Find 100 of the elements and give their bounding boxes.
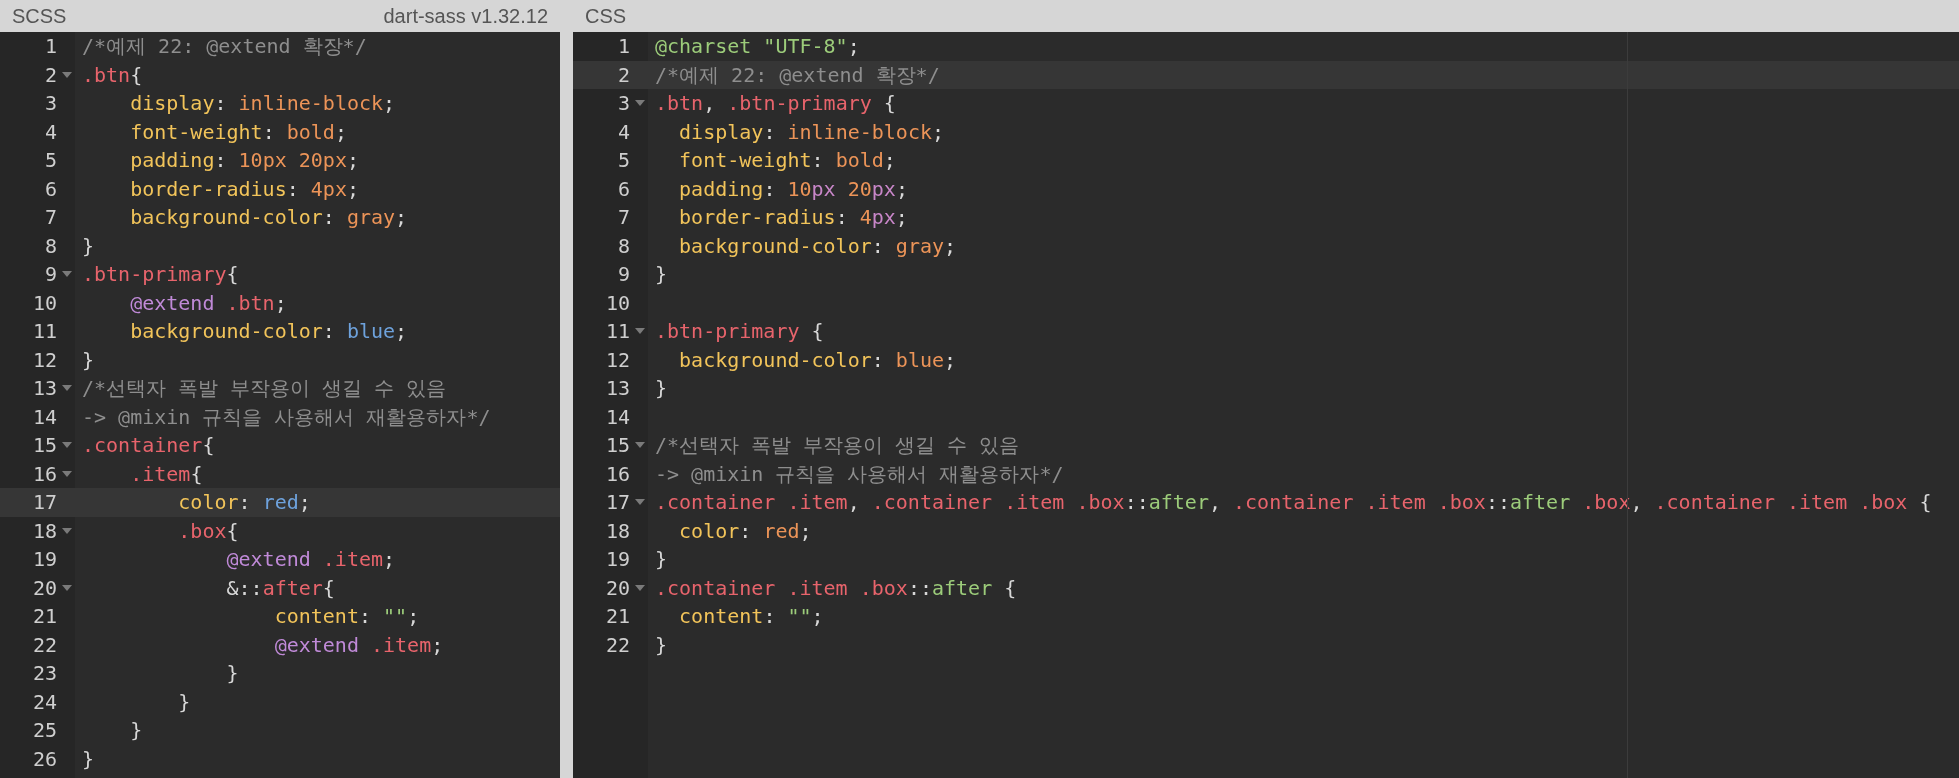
code-line: } bbox=[655, 631, 668, 659]
fold-arrow-icon[interactable] bbox=[635, 442, 645, 449]
code-line: padding: 10px 20px; bbox=[678, 175, 908, 203]
fold-arrow-icon[interactable] bbox=[635, 100, 645, 107]
line-number: 5 bbox=[616, 147, 630, 174]
line-number: 13 bbox=[31, 375, 57, 402]
line-number: 24 bbox=[31, 688, 57, 716]
line-number: 7 bbox=[43, 204, 57, 231]
line-number: 6 bbox=[616, 175, 630, 203]
code-line: .container .item .box::after { bbox=[655, 574, 1017, 602]
fold-arrow-icon[interactable] bbox=[635, 499, 645, 506]
panel-title: CSS bbox=[585, 4, 627, 29]
code-line: @extend .item; bbox=[273, 631, 444, 659]
code-line: display: inline-block; bbox=[678, 118, 944, 146]
line-number: 2 bbox=[43, 61, 57, 89]
line-number: 15 bbox=[31, 432, 57, 459]
code-line: content: ""; bbox=[678, 603, 824, 630]
line-number: 21 bbox=[31, 603, 57, 630]
line-number: 22 bbox=[31, 631, 57, 659]
fold-arrow-icon[interactable] bbox=[62, 527, 72, 534]
code-line: /*선택자 폭발 부작용이 생길 수 있음 bbox=[655, 432, 1020, 459]
line-number: 1 bbox=[616, 33, 630, 60]
line-number: 14 bbox=[31, 403, 57, 431]
code-line: border-radius: 4px; bbox=[678, 204, 908, 231]
line-number: 4 bbox=[43, 118, 57, 146]
code-line: -> @mixin 규칙을 사용해서 재활용하자*/ bbox=[82, 403, 491, 431]
line-number: 11 bbox=[31, 318, 57, 345]
compiler-version: dart-sass v1.32.12 bbox=[383, 4, 548, 29]
line-number: 9 bbox=[616, 261, 630, 288]
code-line: .container{ bbox=[82, 432, 215, 459]
line-number: 26 bbox=[31, 745, 57, 773]
line-number: 8 bbox=[616, 232, 630, 260]
line-number: 19 bbox=[604, 546, 630, 573]
line-number: 2 bbox=[616, 61, 630, 89]
fold-arrow-icon[interactable] bbox=[62, 584, 72, 591]
line-number: 18 bbox=[31, 517, 57, 545]
code-line: } bbox=[82, 232, 95, 260]
line-number: 10 bbox=[604, 289, 630, 317]
line-number: 9 bbox=[43, 261, 57, 288]
code-line: background-color: gray; bbox=[678, 232, 957, 260]
panel-title: SCSS bbox=[12, 4, 67, 29]
code-line: font-weight: bold; bbox=[129, 118, 347, 146]
line-number: 4 bbox=[616, 118, 630, 146]
line-number: 3 bbox=[616, 90, 630, 117]
code-line: .btn-primary{ bbox=[82, 261, 239, 288]
fold-arrow-icon[interactable] bbox=[62, 442, 72, 449]
code-line: display: inline-block; bbox=[129, 90, 396, 117]
code-line: @extend .item; bbox=[225, 546, 396, 573]
fold-arrow-icon[interactable] bbox=[62, 271, 72, 278]
fold-arrow-icon[interactable] bbox=[62, 470, 72, 477]
line-number: 6 bbox=[43, 175, 57, 203]
line-number: 11 bbox=[604, 318, 630, 345]
line-number: 17 bbox=[604, 489, 630, 516]
line-number: 5 bbox=[43, 147, 57, 174]
fold-arrow-icon[interactable] bbox=[62, 385, 72, 392]
code-line: } bbox=[655, 546, 668, 573]
code-line: .box{ bbox=[177, 517, 239, 545]
code-line: } bbox=[82, 346, 95, 374]
code-line: @charset "UTF-8"; bbox=[655, 33, 860, 60]
code-line: content: ""; bbox=[273, 603, 420, 630]
code-line: font-weight: bold; bbox=[678, 147, 896, 174]
line-number: 20 bbox=[31, 574, 57, 602]
line-number: 22 bbox=[604, 631, 630, 659]
line-number: 12 bbox=[604, 346, 630, 374]
line-number: 16 bbox=[604, 460, 630, 488]
code-line: /*예제 22: @extend 확장*/ bbox=[82, 33, 367, 60]
code-line: background-color: gray; bbox=[129, 204, 408, 231]
code-line: -> @mixin 규칙을 사용해서 재활용하자*/ bbox=[655, 460, 1064, 488]
code-line: color: red; bbox=[678, 517, 812, 545]
line-number: 1 bbox=[43, 33, 57, 60]
line-number: 18 bbox=[604, 517, 630, 545]
line-number: 23 bbox=[31, 660, 57, 687]
code-line: @extend .btn; bbox=[129, 289, 287, 317]
line-number: 12 bbox=[31, 346, 57, 374]
code-line: border-radius: 4px; bbox=[129, 175, 359, 203]
fold-arrow-icon[interactable] bbox=[635, 328, 645, 335]
line-number: 17 bbox=[31, 489, 57, 516]
code-line: padding: 10px 20px; bbox=[129, 147, 359, 174]
code-line: } bbox=[82, 745, 95, 773]
line-number: 10 bbox=[31, 289, 57, 317]
line-number: 8 bbox=[43, 232, 57, 260]
code-line: /*선택자 폭발 부작용이 생길 수 있음 bbox=[82, 375, 447, 402]
code-line: } bbox=[655, 375, 668, 402]
line-number: 15 bbox=[604, 432, 630, 459]
code-line: color: red; bbox=[177, 489, 311, 516]
line-number: 3 bbox=[43, 90, 57, 117]
fold-arrow-icon[interactable] bbox=[62, 71, 72, 78]
code-line: } bbox=[129, 717, 143, 744]
line-number: 20 bbox=[604, 574, 630, 602]
fold-arrow-icon[interactable] bbox=[635, 584, 645, 591]
line-number: 21 bbox=[604, 603, 630, 630]
code-line: } bbox=[225, 660, 239, 687]
code-line: .btn{ bbox=[82, 61, 143, 89]
code-line: .btn-primary { bbox=[655, 318, 824, 345]
code-line: .item{ bbox=[129, 460, 203, 488]
code-line: &::after{ bbox=[225, 574, 335, 602]
line-number: 25 bbox=[31, 717, 57, 744]
code-line: } bbox=[655, 261, 668, 288]
line-number: 7 bbox=[616, 204, 630, 231]
code-line: .container .item, .container .item .box::after, .container .item .box::after .box, .container .item .box { bbox=[655, 489, 1932, 516]
